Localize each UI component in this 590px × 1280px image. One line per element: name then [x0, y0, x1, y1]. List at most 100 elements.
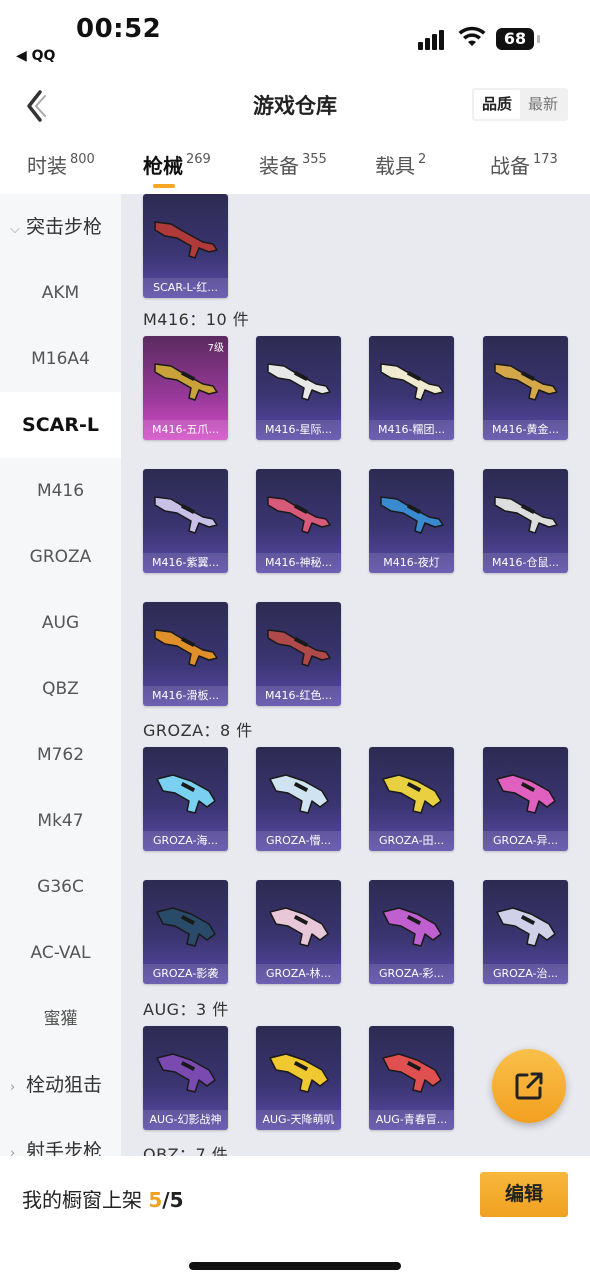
skin-card[interactable]: GROZA-懵...: [256, 747, 341, 851]
skin-card[interactable]: M416-红色...: [256, 602, 341, 706]
sidebar-group-assault-rifles[interactable]: ⌵ 突击步枪: [0, 194, 121, 260]
sidebar-item-akm[interactable]: AKM: [0, 260, 121, 326]
section-label-groza: GROZA：8 件: [143, 721, 253, 740]
sidebar-group-label: 突击步枪: [26, 216, 103, 238]
rifle-icon: [156, 1053, 216, 1093]
back-to-app-link[interactable]: ◀ QQ: [16, 48, 55, 64]
rifle-icon: [380, 496, 444, 534]
showcase-status: 我的橱窗上架 5/5: [22, 1184, 184, 1213]
chevron-right-icon: ›: [10, 1080, 16, 1095]
skin-card[interactable]: GROZA-彩...: [369, 880, 454, 984]
showcase-current-count: 5: [148, 1188, 163, 1212]
sidebar-item-m16a4[interactable]: M16A4: [0, 326, 121, 392]
sidebar-item-mk47[interactable]: Mk47: [0, 788, 121, 854]
tab-fashion[interactable]: 时装 800: [27, 150, 95, 179]
skin-card-label: GROZA-懵...: [256, 831, 341, 851]
sidebar-item-scar-l[interactable]: SCAR-L: [0, 392, 121, 458]
rifle-icon: [154, 221, 219, 259]
skin-card-label: AUG-天降萌叽: [256, 1110, 341, 1130]
skin-level-badge: 7级: [207, 343, 224, 354]
screen: 00:52 ◀ QQ 68 游戏仓库 品质 最新 时装 800 枪械 269 装…: [0, 0, 590, 1280]
skin-card[interactable]: M416-星际...: [256, 336, 341, 440]
rifle-icon: [269, 774, 329, 814]
tab-label: 枪械: [143, 154, 183, 178]
sidebar-group-marksman[interactable]: › 射手步枪: [0, 1118, 121, 1156]
tab-equipment[interactable]: 装备 355: [259, 150, 327, 179]
skin-card[interactable]: GROZA-异...: [483, 747, 568, 851]
skin-card[interactable]: SCAR-L-红...: [143, 194, 228, 298]
skin-card[interactable]: M416-糯团...: [369, 336, 454, 440]
section-label-aug: AUG：3 件: [143, 1000, 229, 1019]
rifle-icon: [496, 774, 556, 814]
skin-card[interactable]: GROZA-海...: [143, 747, 228, 851]
skin-card[interactable]: GROZA-治...: [483, 880, 568, 984]
sidebar-item-honey-badger[interactable]: 蜜獾: [0, 986, 121, 1052]
sidebar-item-aug[interactable]: AUG: [0, 590, 121, 656]
skin-card[interactable]: M416-仓鼠...: [483, 469, 568, 573]
skin-card[interactable]: AUG-幻影战神: [143, 1026, 228, 1130]
sidebar-item-m762[interactable]: M762: [0, 722, 121, 788]
skin-card-label: GROZA-田...: [369, 831, 454, 851]
rifle-icon: [267, 496, 331, 534]
skin-card[interactable]: M416-夜灯: [369, 469, 454, 573]
skin-card[interactable]: M416-神秘...: [256, 469, 341, 573]
rifle-icon: [380, 363, 444, 401]
skin-card-label: M416-滑板...: [143, 686, 228, 706]
tab-count: 355: [302, 152, 327, 167]
rifle-icon: [267, 363, 331, 401]
skin-card[interactable]: 7级 M416-五爪...: [143, 336, 228, 440]
chevron-down-icon: ⌵: [10, 222, 20, 237]
skin-card-label: GROZA-彩...: [369, 964, 454, 984]
skin-card-label: SCAR-L-红...: [143, 278, 228, 298]
weapon-sidebar: ⌵ 突击步枪 AKM M16A4 SCAR-L M416 GROZA AUG QB…: [0, 194, 121, 1156]
skin-card-label: M416-紫翼...: [143, 553, 228, 573]
share-external-icon: [515, 1072, 543, 1100]
category-tabs: 时装 800 枪械 269 装备 355 载具 2 战备 173: [0, 134, 590, 194]
skin-card[interactable]: GROZA-田...: [369, 747, 454, 851]
sidebar-item-qbz[interactable]: QBZ: [0, 656, 121, 722]
skin-card[interactable]: GROZA-林...: [256, 880, 341, 984]
sidebar-group-bolt-action[interactable]: › 栓动狙击: [0, 1052, 121, 1118]
skin-card[interactable]: AUG-青春冒...: [369, 1026, 454, 1130]
skin-card-label: M416-五爪...: [143, 420, 228, 440]
chevron-right-icon: ›: [10, 1146, 16, 1156]
wifi-icon: [458, 26, 486, 46]
tab-vehicles[interactable]: 载具 2: [375, 150, 426, 179]
share-fab-button[interactable]: [492, 1049, 566, 1123]
sort-option-newest[interactable]: 最新: [520, 90, 566, 119]
tab-label: 载具: [375, 154, 415, 178]
skin-card[interactable]: M416-紫翼...: [143, 469, 228, 573]
skin-card-label: AUG-幻影战神: [143, 1110, 228, 1130]
rifle-icon: [154, 363, 218, 401]
tab-active-indicator: [153, 184, 175, 188]
edit-button[interactable]: 编辑: [480, 1172, 568, 1217]
showcase-label: 我的橱窗上架: [22, 1188, 142, 1212]
rifle-icon: [494, 363, 558, 401]
skin-card[interactable]: M416-黄金...: [483, 336, 568, 440]
tab-firearms[interactable]: 枪械 269: [143, 150, 211, 188]
status-time: 00:52: [76, 14, 162, 44]
skin-card[interactable]: M416-滑板...: [143, 602, 228, 706]
sidebar-item-groza[interactable]: GROZA: [0, 524, 121, 590]
bottom-bar: 我的橱窗上架 5/5 编辑: [0, 1156, 590, 1280]
sidebar-item-g36c[interactable]: G36C: [0, 854, 121, 920]
skin-card[interactable]: GROZA-影袭: [143, 880, 228, 984]
sort-option-quality[interactable]: 品质: [474, 90, 520, 119]
tab-supplies[interactable]: 战备 173: [490, 150, 558, 179]
skin-card-label: GROZA-治...: [483, 964, 568, 984]
rifle-icon: [154, 496, 218, 534]
rifle-icon: [269, 907, 329, 947]
sidebar-item-m416[interactable]: M416: [0, 458, 121, 524]
battery-icon: 68: [496, 28, 540, 50]
sidebar-item-ac-val[interactable]: AC-VAL: [0, 920, 121, 986]
tab-label: 战备: [490, 154, 530, 178]
rifle-icon: [156, 774, 216, 814]
sidebar-group-label: 射手步枪: [26, 1140, 103, 1156]
skin-card[interactable]: AUG-天降萌叽: [256, 1026, 341, 1130]
skin-card-label: GROZA-海...: [143, 831, 228, 851]
rifle-icon: [382, 774, 442, 814]
rifle-icon: [382, 1053, 442, 1093]
rifle-icon: [496, 907, 556, 947]
skin-card-label: M416-黄金...: [483, 420, 568, 440]
skin-card-label: M416-仓鼠...: [483, 553, 568, 573]
